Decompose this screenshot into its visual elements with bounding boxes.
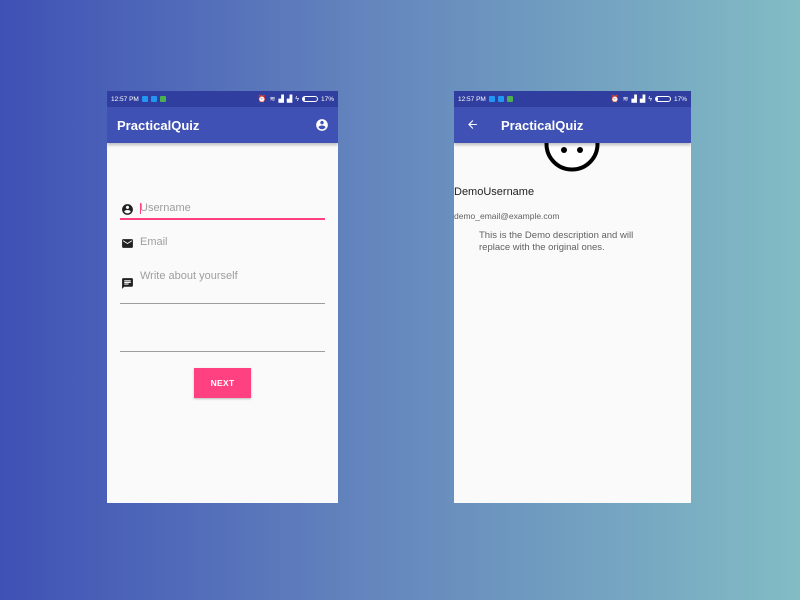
charging-icon: ϟ (648, 95, 652, 103)
charging-icon: ϟ (295, 95, 299, 103)
about-underline (120, 351, 325, 352)
about-field[interactable] (120, 270, 325, 290)
battery-icon (654, 96, 671, 102)
battery-percent: 17% (320, 95, 334, 103)
username-underline (120, 218, 325, 220)
username-input[interactable] (140, 202, 325, 214)
status-time: 12:57 PM (458, 95, 486, 103)
alarm-icon: ⏰ (257, 95, 267, 103)
notification-icon (488, 96, 495, 102)
status-bar: 12:57 PM ⏰ ≋ ▟ ▟ ϟ 17% (454, 91, 691, 107)
email-input[interactable] (140, 236, 325, 248)
next-button[interactable]: NEXT (194, 368, 251, 398)
text-cursor (140, 203, 141, 214)
alarm-icon: ⏰ (610, 95, 620, 103)
battery-percent: 17% (673, 95, 687, 103)
notification-icon (506, 96, 513, 102)
app-title: PracticalQuiz (501, 117, 584, 133)
message-icon (120, 276, 134, 290)
status-bar: 12:57 PM ⏰ ≋ ▟ ▟ ϟ 17% (107, 91, 338, 107)
signal-icon: ▟ (278, 95, 284, 103)
app-bar: PracticalQuiz (107, 107, 338, 143)
email-field[interactable] (120, 236, 325, 250)
notification-icon (141, 96, 148, 102)
profile-description: This is the Demo description and will re… (479, 230, 634, 253)
profile-email: demo_email@example.com (454, 211, 560, 221)
profile-username: DemoUsername (454, 186, 535, 198)
notification-icon (159, 96, 166, 102)
status-time: 12:57 PM (111, 95, 139, 103)
account-circle-icon (120, 202, 134, 216)
app-title: PracticalQuiz (117, 117, 200, 133)
signal-icon: ▟ (639, 95, 646, 103)
battery-icon (301, 96, 318, 102)
about-input[interactable] (140, 270, 325, 282)
email-icon (120, 236, 134, 250)
arrow-back-icon[interactable] (466, 118, 479, 133)
notification-icon (497, 96, 504, 102)
phone-form-screen: 12:57 PM ⏰ ≋ ▟ ▟ ϟ 17% PracticalQuiz Use… (107, 91, 338, 503)
account-circle-icon[interactable] (315, 118, 329, 132)
signal-icon: ▟ (286, 95, 293, 103)
signal-icon: ▟ (631, 95, 637, 103)
email-underline (120, 303, 325, 304)
wifi-icon: ≋ (622, 95, 629, 103)
wifi-icon: ≋ (269, 95, 276, 103)
app-bar: PracticalQuiz (454, 107, 691, 143)
phone-profile-screen: 12:57 PM ⏰ ≋ ▟ ▟ ϟ 17% PracticalQuiz Dem… (454, 91, 691, 503)
notification-icon (150, 96, 157, 102)
username-field[interactable] (120, 202, 325, 216)
